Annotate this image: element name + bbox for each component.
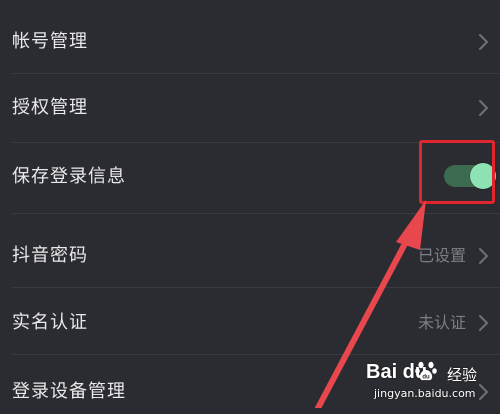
baidu-paw-icon: du	[415, 361, 437, 381]
settings-screen: 帐号管理 授权管理 保存登录信息 抖音密码 已设置 实名认证 未认证 登录设备管…	[0, 0, 500, 408]
baidu-jingyan-watermark: Bai du du 经验 jingyan.baidu.com	[356, 355, 496, 405]
watermark-url: jingyan.baidu.com	[374, 387, 476, 400]
annotation-arrow-icon	[315, 200, 426, 408]
svg-text:du: du	[422, 375, 430, 381]
watermark-brand-cn: 经验	[447, 366, 478, 384]
